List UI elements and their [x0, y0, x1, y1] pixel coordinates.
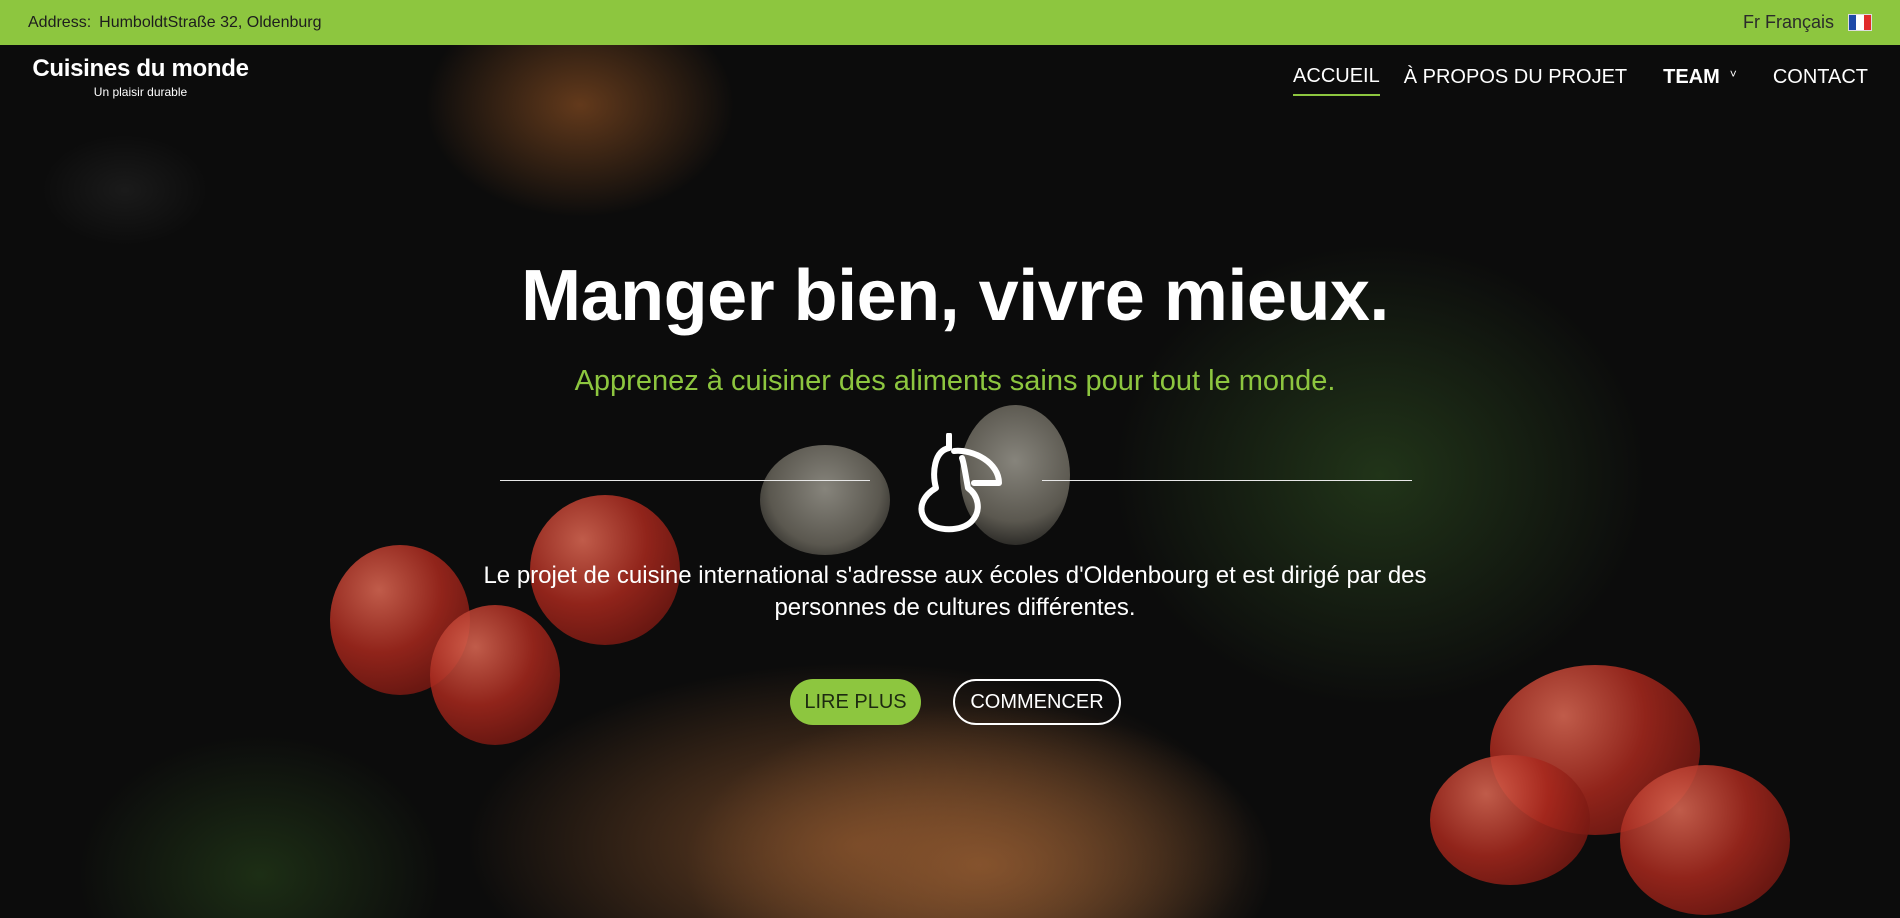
tomato-decoration	[1620, 765, 1790, 915]
hero-section: Cuisines du monde Un plaisir durable ACC…	[0, 45, 1900, 918]
address-value: HumboldtStraße 32, Oldenburg	[99, 13, 322, 31]
read-more-button[interactable]: LIRE PLUS	[790, 679, 921, 725]
nav-item-team-label: TEAM	[1663, 66, 1720, 88]
nav-item-about[interactable]: À PROPOS DU PROJET	[1404, 66, 1627, 95]
pear-icon	[918, 433, 1002, 533]
tomato-decoration	[430, 605, 560, 745]
site-logo[interactable]: Cuisines du monde Un plaisir durable	[28, 55, 253, 99]
nav-item-contact[interactable]: CONTACT	[1773, 66, 1868, 95]
top-info-bar: Address: HumboldtStraße 32, Oldenburg Fr…	[0, 0, 1900, 45]
hero-subtitle: Apprenez à cuisiner des aliments sains p…	[574, 365, 1336, 397]
hero-description: Le projet de cuisine international s'adr…	[483, 562, 1427, 621]
garlic-decoration	[760, 445, 890, 555]
nav-item-home[interactable]: ACCUEIL	[1293, 65, 1380, 96]
divider-left	[500, 480, 870, 481]
main-nav: ACCUEIL À PROPOS DU PROJET TEAM ˅ CONTAC…	[1269, 65, 1868, 96]
language-code: Fr	[1742, 12, 1760, 32]
start-button[interactable]: COMMENCER	[953, 679, 1121, 725]
chevron-down-icon: ˅	[1729, 66, 1737, 81]
nav-item-team[interactable]: TEAM ˅	[1663, 66, 1737, 95]
language-name: Français	[1764, 12, 1834, 32]
hero-title: Manger bien, vivre mieux.	[521, 256, 1389, 336]
address: Address: HumboldtStraße 32, Oldenburg	[28, 14, 321, 32]
address-label: Address:	[28, 13, 92, 31]
site-name: Cuisines du monde	[32, 55, 249, 82]
language-selector[interactable]: Fr Français	[1743, 12, 1872, 33]
french-flag-icon	[1848, 14, 1872, 31]
divider-right	[1042, 480, 1412, 481]
tomato-decoration	[1430, 755, 1590, 885]
site-tagline: Un plaisir durable	[93, 85, 188, 99]
